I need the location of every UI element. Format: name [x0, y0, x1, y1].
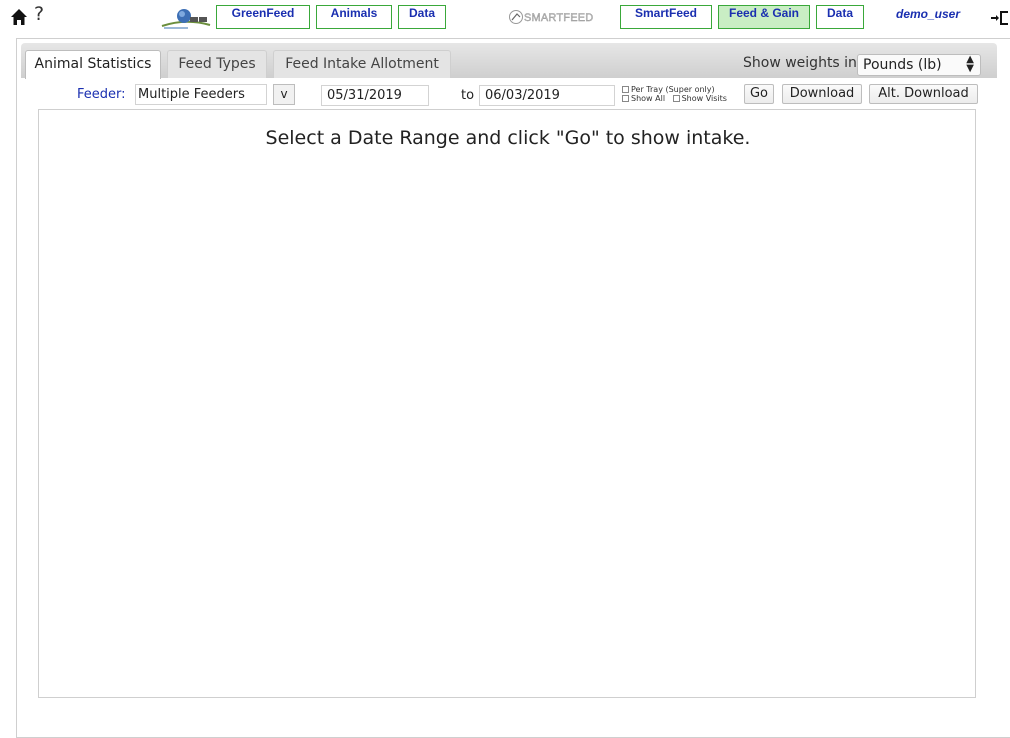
nav-data-greenfeed[interactable]: Data	[398, 5, 446, 29]
per-tray-checkbox[interactable]	[622, 86, 629, 93]
home-icon[interactable]	[10, 8, 28, 26]
show-options-row: Show All Show Visits	[622, 94, 727, 103]
download-button[interactable]: Download	[782, 84, 862, 104]
show-visits-label: Show Visits	[681, 94, 727, 103]
end-date-input[interactable]: 06/03/2019	[479, 85, 615, 106]
show-all-checkbox[interactable]	[622, 95, 629, 102]
weights-unit-value: Pounds (lb)	[863, 57, 942, 73]
nav-feed-and-gain[interactable]: Feed & Gain	[718, 5, 810, 29]
tab-animal-statistics[interactable]: Animal Statistics	[25, 50, 161, 79]
weights-unit-select[interactable]: Pounds (lb) ▲ ▼	[857, 54, 981, 76]
user-menu[interactable]: demo_user	[888, 7, 968, 25]
per-tray-option[interactable]: Per Tray (Super only)	[622, 85, 715, 94]
start-date-input[interactable]: 05/31/2019	[321, 85, 429, 106]
to-label: to	[461, 88, 475, 103]
smartfeed-logo[interactable]: SMARTFEED	[508, 8, 614, 26]
go-button[interactable]: Go	[744, 84, 774, 104]
main-panel: Animal Statistics Feed Types Feed Intake…	[16, 38, 1010, 738]
show-visits-checkbox[interactable]	[672, 95, 680, 102]
feeder-select[interactable]: Multiple Feeders	[135, 84, 267, 105]
tab-bar: Animal Statistics Feed Types Feed Intake…	[21, 43, 997, 79]
feeder-toggle-button[interactable]: v	[273, 84, 295, 105]
intake-results-area: Select a Date Range and click "Go" to sh…	[38, 109, 976, 698]
top-navigation: ? GreenFeed Animals Data SMARTFEED Smart…	[0, 0, 1010, 34]
tab-feed-types[interactable]: Feed Types	[167, 50, 267, 78]
empty-state-message: Select a Date Range and click "Go" to sh…	[265, 127, 751, 149]
nav-data-smartfeed[interactable]: Data	[816, 5, 864, 29]
per-tray-label: Per Tray (Super only)	[631, 85, 715, 94]
show-all-label: Show All	[631, 94, 666, 103]
tab-feed-intake-allotment[interactable]: Feed Intake Allotment	[273, 50, 451, 78]
alt-download-button[interactable]: Alt. Download	[869, 84, 978, 104]
feeder-label: Feeder:	[77, 87, 126, 102]
svg-text:SMARTFEED: SMARTFEED	[524, 12, 593, 24]
logout-icon[interactable]	[990, 9, 1010, 27]
nav-animals[interactable]: Animals	[316, 5, 392, 29]
nav-greenfeed[interactable]: GreenFeed	[216, 5, 310, 29]
select-arrows-icon: ▲ ▼	[966, 54, 974, 74]
weights-label: Show weights in	[743, 55, 857, 71]
help-icon[interactable]: ?	[34, 3, 44, 25]
nav-smartfeed[interactable]: SmartFeed	[620, 5, 712, 29]
greenfeed-logo[interactable]	[160, 4, 212, 30]
